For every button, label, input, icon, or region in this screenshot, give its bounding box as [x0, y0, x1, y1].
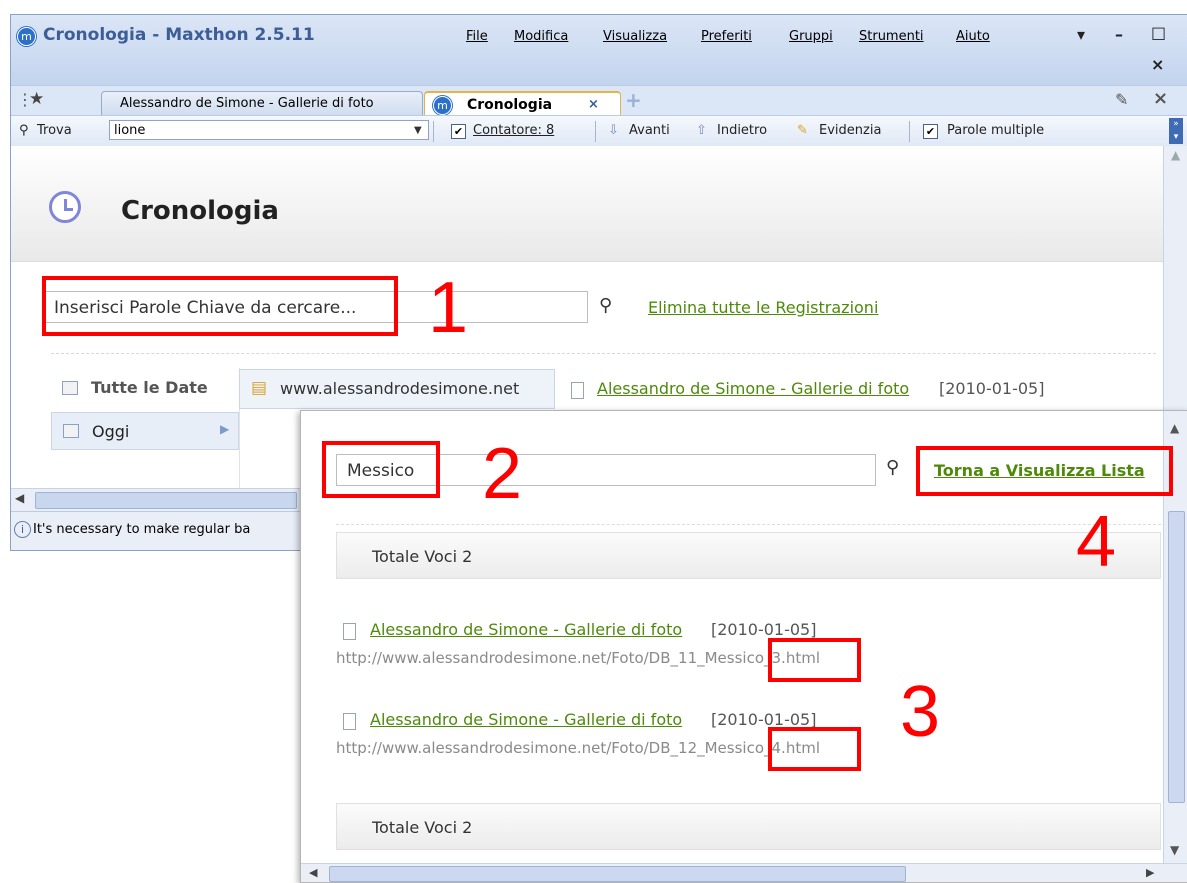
close-tab-button[interactable]: ×: [1153, 88, 1168, 109]
highlighter-icon: ✎: [797, 123, 808, 138]
divider: [51, 353, 1156, 354]
find-dropdown-icon[interactable]: ▼: [414, 125, 422, 136]
menu-visualizza[interactable]: Visualizza: [603, 29, 667, 44]
minimize-button[interactable]: –: [1115, 25, 1123, 44]
arrow-up-icon: ⇧: [696, 123, 707, 138]
annotation-number-2: 2: [482, 434, 523, 514]
wrench-icon[interactable]: ✎: [1115, 90, 1128, 109]
folder-icon: ▤: [251, 378, 268, 398]
annotation-box-1: [42, 276, 398, 336]
annotation-box-4: [916, 446, 1173, 496]
annotation-number-4: 4: [1076, 502, 1117, 582]
divider: [336, 524, 1161, 525]
url-highlight: Messico: [704, 739, 765, 757]
total-count-bar: Totale Voci 2: [336, 532, 1161, 579]
result-link[interactable]: Alessandro de Simone - Gallerie di foto: [370, 620, 682, 639]
history-entry-date: [2010-01-05]: [939, 379, 1045, 398]
document-icon: [343, 623, 356, 640]
counter-label[interactable]: Contatore: 8: [473, 123, 554, 138]
result-url: http://www.alessandrodesimone.net/Foto/D…: [336, 739, 820, 757]
url-highlight: Messico: [704, 649, 765, 667]
history-header: Cronologia: [11, 146, 1163, 262]
toolbar-separator: [595, 121, 596, 142]
document-icon: [571, 382, 584, 399]
calendar-icon: [62, 381, 78, 395]
maxthon-tab-icon: m: [433, 96, 452, 115]
date-item-today[interactable]: Oggi ▶: [51, 412, 239, 450]
binoculars-icon: ⚲: [19, 123, 29, 138]
scroll-left-icon[interactable]: ◀: [309, 866, 317, 879]
find-toolbar: ⚲ Trova lione ▼ ✔ Contatore: 8 ⇩ Avanti …: [11, 115, 1187, 147]
annotation-box-3a: [768, 638, 861, 682]
history-entry-link[interactable]: Alessandro de Simone - Gallerie di foto: [597, 379, 909, 398]
today-label: Oggi: [92, 422, 130, 441]
find-input[interactable]: lione: [109, 120, 429, 140]
favorites-star-icon[interactable]: ★: [29, 89, 44, 109]
chevron-right-icon: ▶: [220, 422, 230, 436]
results-horizontal-scrollbar[interactable]: ◀ ▶: [301, 863, 1187, 882]
scroll-thumb[interactable]: [35, 492, 297, 509]
tab-close-icon[interactable]: ×: [588, 93, 599, 117]
page-title: Cronologia: [121, 196, 279, 226]
scroll-up-icon[interactable]: ▲: [1171, 148, 1180, 162]
annotation-box-3b: [768, 727, 861, 771]
multiple-words-checkbox[interactable]: ✔: [923, 124, 938, 139]
find-label: Trova: [37, 123, 72, 138]
prev-button[interactable]: Indietro: [717, 123, 767, 138]
status-text: It's necessary to make regular ba: [33, 522, 251, 537]
menu-preferiti[interactable]: Preferiti: [701, 29, 752, 44]
arrow-down-icon: ⇩: [608, 123, 619, 138]
toolbar-separator: [433, 121, 434, 142]
all-dates-label[interactable]: Tutte le Date: [91, 378, 208, 397]
annotation-number-1: 1: [428, 268, 469, 348]
scroll-thumb[interactable]: [329, 866, 906, 882]
toolbar-separator: [909, 121, 910, 142]
scroll-down-icon[interactable]: ▼: [1170, 843, 1179, 857]
multiple-words-label: Parole multiple: [947, 123, 1045, 138]
tab-label: Alessandro de Simone - Gallerie di foto: [120, 96, 374, 111]
scroll-right-icon[interactable]: ▶: [1146, 866, 1154, 879]
info-icon: i: [14, 521, 31, 538]
calendar-icon: [63, 424, 79, 438]
menu-modifica[interactable]: Modifica: [514, 29, 568, 44]
search-icon[interactable]: ⚲: [599, 295, 612, 316]
menu-file[interactable]: File: [466, 29, 488, 44]
maximize-button[interactable]: □: [1151, 23, 1166, 42]
scroll-left-icon[interactable]: ◀: [15, 491, 24, 505]
menu-strumenti[interactable]: Strumenti: [859, 29, 924, 44]
search-icon[interactable]: ⚲: [886, 457, 899, 478]
window-menu-dropdown-icon[interactable]: ▾: [1077, 25, 1085, 44]
result-link[interactable]: Alessandro de Simone - Gallerie di foto: [370, 710, 682, 729]
annotation-box-2: [322, 441, 440, 498]
tab-label: Cronologia: [467, 97, 553, 113]
counter-checkbox[interactable]: ✔: [451, 124, 466, 139]
next-button[interactable]: Avanti: [629, 123, 670, 138]
tab-bar: ⋮ ★ Alessandro de Simone - Gallerie di f…: [11, 85, 1187, 117]
title-bar: m Cronologia - Maxthon 2.5.11 File Modif…: [11, 15, 1187, 85]
delete-all-link[interactable]: Elimina tutte le Registrazioni: [648, 298, 878, 317]
scroll-up-icon[interactable]: ▲: [1170, 421, 1179, 435]
document-icon: [343, 713, 356, 730]
toolbar-chevron-icon[interactable]: » ▾: [1169, 118, 1183, 144]
url-prefix: http://www.alessandrodesimone.net/Foto/D…: [336, 739, 705, 757]
folder-label: www.alessandrodesimone.net: [280, 379, 520, 398]
result-url: http://www.alessandrodesimone.net/Foto/D…: [336, 649, 820, 667]
annotation-number-3: 3: [900, 672, 941, 752]
scroll-thumb[interactable]: [1168, 511, 1185, 803]
close-button[interactable]: ×: [1151, 55, 1164, 74]
menu-gruppi[interactable]: Gruppi: [789, 29, 833, 44]
url-prefix: http://www.alessandrodesimone.net/Foto/D…: [336, 649, 705, 667]
window-title: Cronologia - Maxthon 2.5.11: [43, 25, 315, 45]
menu-aiuto[interactable]: Aiuto: [956, 29, 990, 44]
clock-icon: [49, 191, 81, 223]
new-tab-button[interactable]: +: [625, 88, 642, 112]
maxthon-logo-icon: m: [17, 27, 36, 46]
tab-gallery[interactable]: Alessandro de Simone - Gallerie di foto: [101, 91, 423, 116]
folder-item[interactable]: ▤ www.alessandrodesimone.net: [239, 369, 555, 409]
total-count-bar-bottom: Totale Voci 2: [336, 803, 1161, 850]
tab-cronologia[interactable]: m Cronologia ×: [424, 91, 621, 117]
result-date: [2010-01-05]: [711, 620, 817, 639]
highlight-button[interactable]: Evidenzia: [819, 123, 881, 138]
